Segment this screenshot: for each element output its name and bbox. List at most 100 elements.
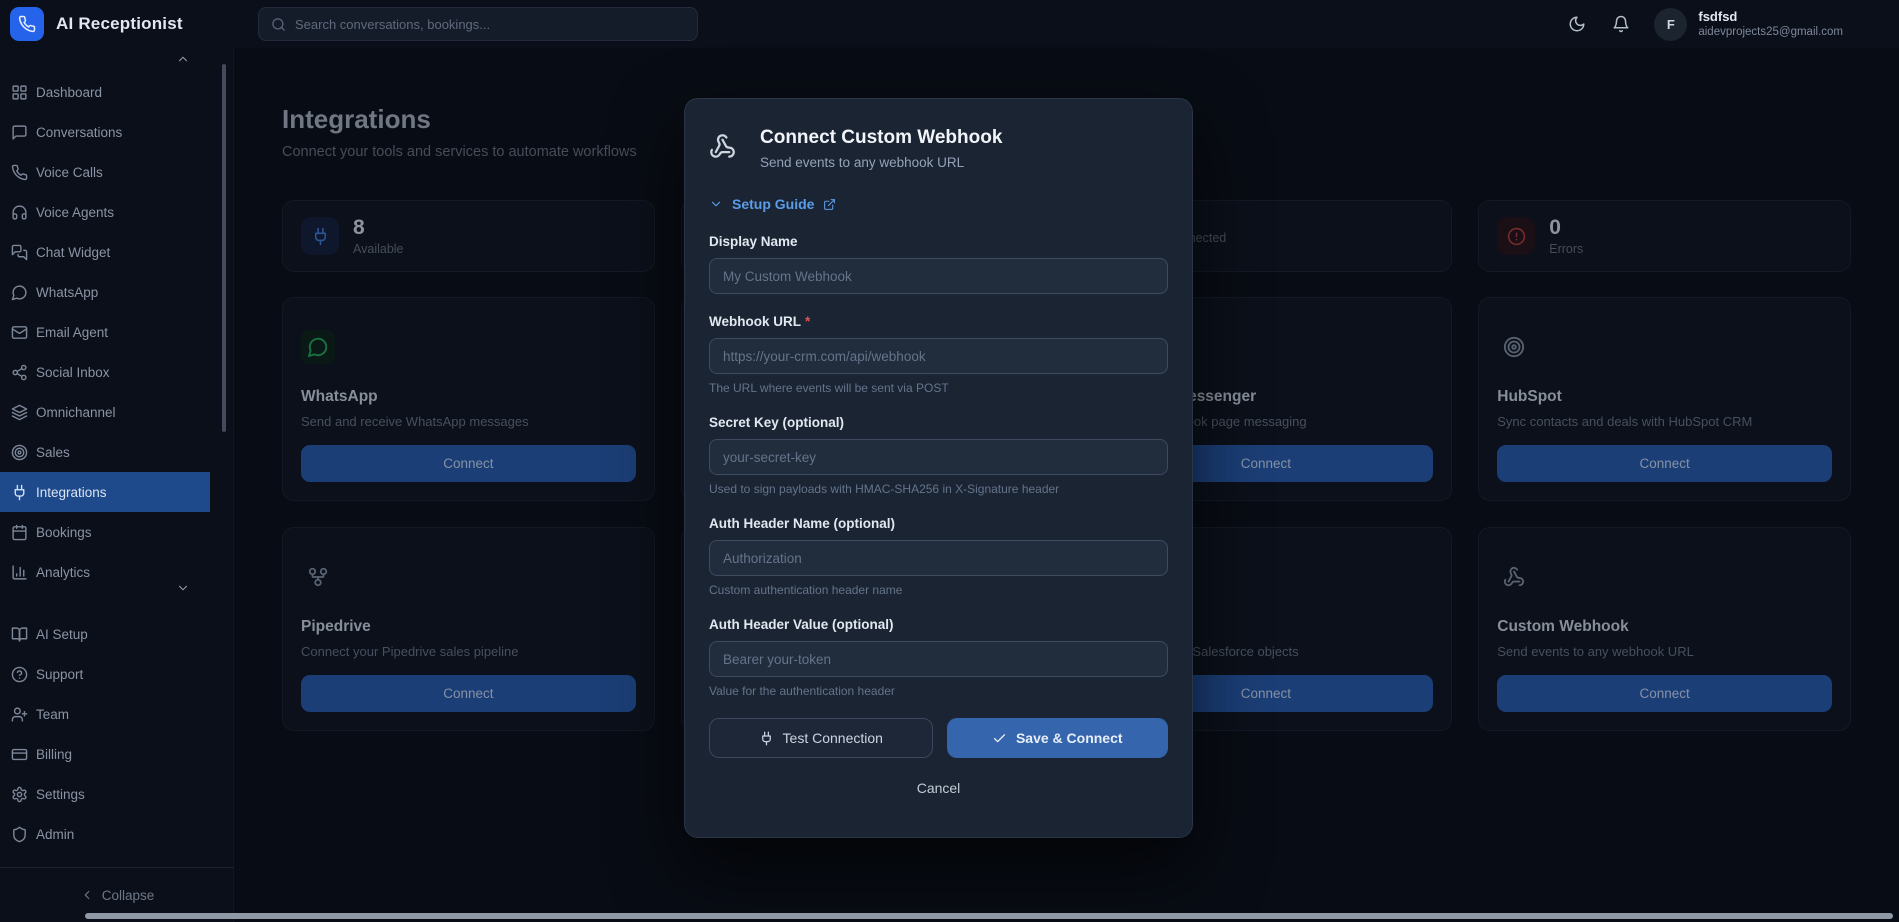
auth-header-name-optional-input[interactable] [709,540,1168,576]
form-group-auth-header-value-optional: Auth Header Value (optional) Value for th… [709,617,1168,698]
sidebar-item-label: Integrations [36,485,107,500]
save-connect-button[interactable]: Save & Connect [947,718,1169,758]
sidebar-item-voice-calls[interactable]: Voice Calls [0,152,210,192]
topbar-actions: F fsdfsd aidevprojects25@gmail.com [1566,0,1843,48]
field-helper: Used to sign payloads with HMAC-SHA256 i… [709,482,1168,496]
credit-card-icon [11,746,28,763]
form-group-display-name: Display Name [709,234,1168,294]
field-helper: Value for the authentication header [709,684,1168,698]
secret-key-optional-input[interactable] [709,439,1168,475]
sidebar-item-label: Voice Agents [36,205,114,220]
connect-webhook-modal: Connect Custom Webhook Send events to an… [684,98,1193,838]
sidebar: Dashboard Conversations Voice Calls Voice A… [0,48,234,922]
form-group-webhook-url: Webhook URL* The URL where events will be… [709,314,1168,395]
gear-icon [11,786,28,803]
modal-title: Connect Custom Webhook [760,127,1002,149]
app-title: AI Receptionist [56,14,183,34]
phone-icon [18,15,36,33]
field-label: Secret Key (optional) [709,415,1168,430]
user-plus-icon [11,706,28,723]
phone-icon [11,164,28,181]
plug-icon [11,484,28,501]
display-name-input[interactable] [709,258,1168,294]
sidebar-item-label: WhatsApp [36,285,98,300]
search-input[interactable] [295,17,685,32]
plug-icon [759,731,774,746]
sidebar-item-whatsapp[interactable]: WhatsApp [0,272,210,312]
calendar-icon [11,524,28,541]
brand: AI Receptionist [10,7,183,41]
horizontal-scrollbar[interactable] [85,913,1893,919]
user-menu[interactable]: F fsdfsd aidevprojects25@gmail.com [1654,8,1843,41]
layers-icon [11,404,28,421]
mail-icon [11,324,28,341]
chevron-down-icon [709,197,723,211]
sidebar-item-label: Bookings [36,525,92,540]
sidebar-item-label: Conversations [36,125,122,140]
sidebar-item-omnichannel[interactable]: Omnichannel [0,392,210,432]
user-email: aidevprojects25@gmail.com [1698,25,1843,39]
sidebar-item-team[interactable]: Team [0,694,210,734]
form-group-auth-header-name-optional: Auth Header Name (optional) Custom authen… [709,516,1168,597]
field-helper: The URL where events will be sent via PO… [709,381,1168,395]
webhook-url-input[interactable] [709,338,1168,374]
sidebar-item-integrations[interactable]: Integrations [0,472,210,512]
sidebar-item-label: Admin [36,827,74,842]
user-name: fsdfsd [1698,9,1843,25]
cancel-button[interactable]: Cancel [917,780,961,796]
sidebar-item-chat-widget[interactable]: Chat Widget [0,232,210,272]
collapse-sidebar-button[interactable]: Collapse [0,880,234,910]
sidebar-item-label: Sales [36,445,70,460]
sidebar-item-label: Omnichannel [36,405,116,420]
top-bar: AI Receptionist F fsdfsd aidevprojects25… [0,0,1899,48]
sidebar-item-admin[interactable]: Admin [0,814,210,854]
sidebar-item-support[interactable]: Support [0,654,210,694]
sidebar-item-email-agent[interactable]: Email Agent [0,312,210,352]
sidebar-item-label: Settings [36,787,85,802]
bar-chart-icon [11,564,28,581]
sidebar-item-ai-setup[interactable]: AI Setup [0,614,210,654]
avatar: F [1654,8,1687,41]
sidebar-item-settings[interactable]: Settings [0,774,210,814]
save-connect-label: Save & Connect [1016,730,1123,746]
layout-grid-icon [11,84,28,101]
sidebar-item-social-inbox[interactable]: Social Inbox [0,352,210,392]
sidebar-item-label: Email Agent [36,325,108,340]
webhook-icon [709,133,736,160]
modal-header: Connect Custom Webhook Send events to an… [709,127,1168,170]
sidebar-item-label: AI Setup [36,627,88,642]
sidebar-item-dashboard[interactable]: Dashboard [0,72,210,112]
sidebar-item-bookings[interactable]: Bookings [0,512,210,552]
theme-toggle-button[interactable] [1566,13,1588,35]
sidebar-scroll-down-icon[interactable] [176,581,190,595]
field-label: Webhook URL* [709,314,1168,329]
sidebar-item-label: Voice Calls [36,165,103,180]
messages-square-icon [11,244,28,261]
sidebar-item-label: Team [36,707,69,722]
sidebar-nav-main: Dashboard Conversations Voice Calls Voice A… [0,72,234,592]
chevron-left-icon [80,888,94,902]
field-helper: Custom authentication header name [709,583,1168,597]
help-circle-icon [11,666,28,683]
auth-header-value-optional-input[interactable] [709,641,1168,677]
sidebar-item-sales[interactable]: Sales [0,432,210,472]
sidebar-scrollbar[interactable] [222,64,226,432]
book-open-icon [11,626,28,643]
notifications-button[interactable] [1610,13,1632,35]
field-label: Auth Header Name (optional) [709,516,1168,531]
sidebar-scroll-up-icon[interactable] [176,52,190,66]
sidebar-nav-secondary: AI Setup Support Team Billing Settings Admin [0,614,234,854]
field-label: Auth Header Value (optional) [709,617,1168,632]
test-connection-label: Test Connection [783,730,883,746]
sidebar-item-voice-agents[interactable]: Voice Agents [0,192,210,232]
global-search [258,7,698,41]
bell-icon [1612,15,1630,33]
sidebar-item-conversations[interactable]: Conversations [0,112,210,152]
setup-guide-link[interactable]: Setup Guide [709,196,836,212]
sidebar-item-billing[interactable]: Billing [0,734,210,774]
setup-guide-label: Setup Guide [732,196,814,212]
test-connection-button[interactable]: Test Connection [709,718,933,758]
share-2-icon [11,364,28,381]
external-link-icon [823,198,836,211]
message-square-icon [11,124,28,141]
